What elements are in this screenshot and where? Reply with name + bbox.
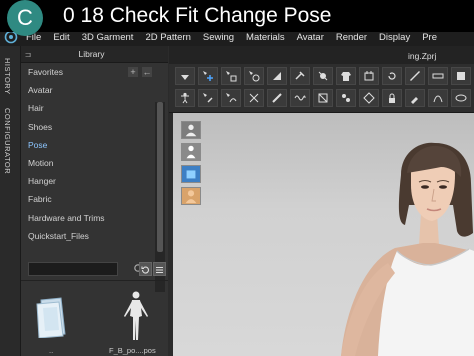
tack-icon[interactable] xyxy=(313,67,333,85)
tab-history[interactable]: HISTORY xyxy=(3,58,12,95)
trace-icon[interactable] xyxy=(428,89,448,107)
library-item-label: Pose xyxy=(28,139,48,150)
library-search-input[interactable] xyxy=(28,262,118,276)
tab-configurator[interactable]: CONFIGURATOR xyxy=(3,108,12,174)
list-view-button[interactable] xyxy=(153,262,166,276)
library-item-label: Quickstart_Files xyxy=(28,230,89,241)
library-tree: Favorites + ← Avatar Hair Shoes Pose Mot… xyxy=(21,63,154,283)
menu-avatar[interactable]: Avatar xyxy=(291,32,330,43)
ruler-icon[interactable] xyxy=(428,67,448,85)
edit-curve-icon[interactable] xyxy=(221,89,241,107)
library-item-hardware-and-trims[interactable]: Hardware and Trims xyxy=(21,209,154,227)
measure-icon[interactable] xyxy=(405,67,425,85)
parent-folder-icon[interactable] xyxy=(35,296,71,338)
channel-badge: C xyxy=(7,0,43,36)
hide-icon[interactable] xyxy=(451,89,471,107)
library-panel: ⊐ Library Favorites + ← Avatar Hair Shoe… xyxy=(21,46,168,356)
library-item-hair[interactable]: Hair xyxy=(21,99,154,117)
library-item-label: Shoes xyxy=(28,121,53,132)
library-item-shoes[interactable]: Shoes xyxy=(21,118,154,136)
menu-render[interactable]: Render xyxy=(330,32,373,43)
brush-icon[interactable] xyxy=(405,89,425,107)
pose-avatar-thumbnail[interactable] xyxy=(121,290,151,342)
library-title: Library xyxy=(78,49,105,59)
lock-icon[interactable] xyxy=(382,89,402,107)
menu-edit[interactable]: Edit xyxy=(47,32,75,43)
refresh-view-button[interactable] xyxy=(139,262,152,276)
library-item-label: Hair xyxy=(28,103,44,114)
menu-preferences[interactable]: Pre xyxy=(416,32,443,43)
side-tabs: HISTORY CONFIGURATOR xyxy=(0,46,21,356)
thumbnail-label: F_B_po....pos xyxy=(109,346,156,355)
texture-icon[interactable] xyxy=(451,67,471,85)
fit-icon[interactable] xyxy=(359,67,379,85)
menu-2d-pattern[interactable]: 2D Pattern xyxy=(139,32,196,43)
menu-sewing[interactable]: Sewing xyxy=(197,32,240,43)
shirring-icon[interactable] xyxy=(290,89,310,107)
avatar-model[interactable] xyxy=(173,113,474,356)
library-item-favorites[interactable]: Favorites + ← xyxy=(21,63,154,81)
library-item-avatar[interactable]: Avatar xyxy=(21,81,154,99)
add-favorite-button[interactable]: + xyxy=(128,67,138,78)
strap-icon[interactable] xyxy=(267,89,287,107)
arrangement-icon[interactable] xyxy=(336,89,356,107)
library-item-hanger[interactable]: Hanger xyxy=(21,172,154,190)
library-item-fabric[interactable]: Fabric xyxy=(21,190,154,208)
reset-icon[interactable] xyxy=(382,67,402,85)
library-item-label: Favorites xyxy=(28,67,63,78)
fold-icon[interactable] xyxy=(267,67,287,85)
pin-tool-icon[interactable] xyxy=(290,67,310,85)
select-mesh-icon[interactable] xyxy=(244,67,264,85)
toolbar-row-1 xyxy=(175,67,471,87)
menu-3d-garment[interactable]: 3D Garment xyxy=(76,32,140,43)
library-item-motion[interactable]: Motion xyxy=(21,154,154,172)
thumbnail-label: .. xyxy=(49,346,54,355)
document-tab[interactable]: ing.Zprj xyxy=(408,51,436,61)
fold-arrange-icon[interactable] xyxy=(313,89,333,107)
back-button[interactable]: ← xyxy=(142,67,152,78)
library-item-label: Fabric xyxy=(28,194,52,205)
divider xyxy=(21,280,168,281)
library-item-pose[interactable]: Pose xyxy=(21,136,154,154)
3d-viewport[interactable] xyxy=(173,113,474,356)
edit-point-icon[interactable] xyxy=(198,89,218,107)
video-title: 0 18 Check Fit Change Pose xyxy=(63,4,332,27)
garment-icon[interactable] xyxy=(336,67,356,85)
select-move-icon[interactable] xyxy=(198,67,218,85)
select-box-icon[interactable] xyxy=(221,67,241,85)
library-item-label: Hardware and Trims xyxy=(28,212,105,223)
grid-icon[interactable] xyxy=(359,89,379,107)
toolbar-row-2 xyxy=(175,89,471,109)
seam-icon[interactable] xyxy=(244,89,264,107)
menu-display[interactable]: Display xyxy=(373,32,416,43)
video-title-overlay: C 0 18 Check Fit Change Pose xyxy=(0,0,474,36)
menu-materials[interactable]: Materials xyxy=(240,32,291,43)
scrollbar-thumb[interactable] xyxy=(157,102,163,252)
library-item-label: Avatar xyxy=(28,85,53,96)
library-item-label: Hanger xyxy=(28,176,56,187)
library-header: ⊐ Library xyxy=(21,46,168,63)
pin-icon[interactable]: ⊐ xyxy=(21,50,35,59)
document-tab-bar: ing.Zprj xyxy=(169,46,474,64)
toolbar xyxy=(169,64,474,113)
library-item-label: Motion xyxy=(28,158,54,169)
move-down-icon[interactable] xyxy=(175,67,195,85)
library-item-quickstart-files[interactable]: Quickstart_Files xyxy=(21,227,154,245)
avatar-pose-icon[interactable] xyxy=(175,89,195,107)
